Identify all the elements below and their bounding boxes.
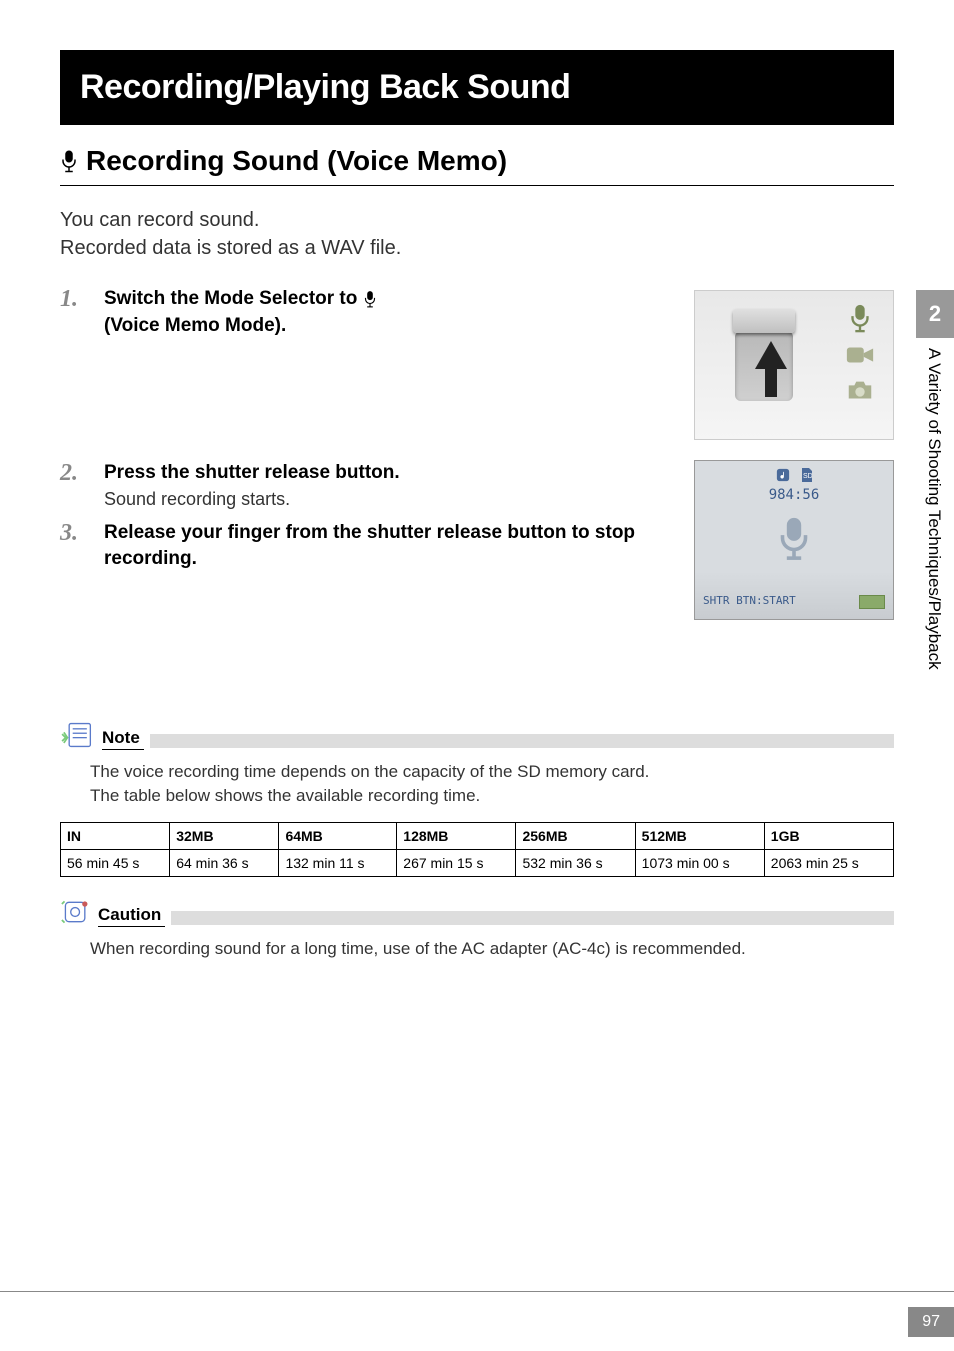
mic-icon: [363, 290, 377, 308]
chapter-number: 2: [916, 290, 954, 338]
note-text: The voice recording time depends on the …: [90, 760, 894, 808]
table-header: 32MB: [170, 822, 279, 849]
table-cell: 1073 min 00 s: [635, 849, 764, 876]
section-heading: Recording Sound (Voice Memo): [86, 145, 507, 177]
chapter-title: A Variety of Shooting Techniques/Playbac…: [916, 338, 944, 858]
caution-icon: [60, 897, 92, 927]
lcd-screenshot: SD 984:56 SHTR BTN:START: [694, 460, 894, 620]
table-cell: 56 min 45 s: [61, 849, 170, 876]
mic-icon: [845, 303, 875, 333]
note-bar: [150, 734, 894, 748]
intro-line-2: Recorded data is stored as a WAV file.: [60, 234, 894, 262]
footer: 97: [0, 1291, 954, 1351]
table-row: 56 min 45 s 64 min 36 s 132 min 11 s 267…: [61, 849, 894, 876]
video-icon: [845, 343, 875, 367]
table-header: 64MB: [279, 822, 397, 849]
intro-text: You can record sound. Recorded data is s…: [60, 206, 894, 262]
caution-bar: [171, 911, 894, 925]
subtitle-row: Recording Sound (Voice Memo): [60, 137, 894, 186]
step-title: Switch the Mode Selector to (Voice Memo …: [104, 286, 674, 339]
table-header: 512MB: [635, 822, 764, 849]
step-1: 1. Switch the Mode Selector to (Voice Me…: [60, 286, 674, 339]
battery-icon: [859, 595, 885, 609]
table-cell: 532 min 36 s: [516, 849, 635, 876]
svg-text:SD: SD: [803, 473, 812, 480]
table-header-row: IN 32MB 64MB 128MB 256MB 512MB 1GB: [61, 822, 894, 849]
camera-icon: [845, 377, 875, 403]
table-header: 128MB: [397, 822, 516, 849]
table-header: IN: [61, 822, 170, 849]
intro-line-1: You can record sound.: [60, 206, 894, 234]
recording-time-table: IN 32MB 64MB 128MB 256MB 512MB 1GB 56 mi…: [60, 822, 894, 877]
table-header: 1GB: [764, 822, 893, 849]
sd-card-icon: SD: [800, 468, 812, 482]
mic-icon: [776, 515, 812, 561]
table-cell: 132 min 11 s: [279, 849, 397, 876]
table-header: 256MB: [516, 822, 635, 849]
note-label: Note: [102, 728, 144, 750]
music-note-icon: [776, 468, 790, 482]
table-cell: 2063 min 25 s: [764, 849, 893, 876]
side-tab: 2 A Variety of Shooting Techniques/Playb…: [916, 290, 954, 858]
mic-icon: [60, 149, 78, 173]
caution-label: Caution: [98, 905, 165, 927]
note-icon: [60, 720, 96, 750]
caution-header: Caution: [60, 897, 894, 927]
step-title: Press the shutter release button.: [104, 460, 674, 487]
step-number: 1.: [60, 286, 90, 339]
step-2: 2. Press the shutter release button. Sou…: [60, 460, 674, 510]
step-title: Release your finger from the shutter rel…: [104, 520, 674, 573]
page-title: Recording/Playing Back Sound: [80, 68, 874, 107]
table-cell: 267 min 15 s: [397, 849, 516, 876]
page-number: 97: [908, 1307, 954, 1337]
lcd-time: 984:56: [695, 487, 893, 503]
step-number: 3.: [60, 520, 90, 573]
caution-text: When recording sound for a long time, us…: [90, 937, 894, 961]
lcd-status-text: SHTR BTN:START: [703, 594, 796, 607]
step-3: 3. Release your finger from the shutter …: [60, 520, 674, 573]
mode-selector-illustration: [694, 290, 894, 440]
step-number: 2.: [60, 460, 90, 510]
step-subtext: Sound recording starts.: [104, 489, 674, 510]
table-cell: 64 min 36 s: [170, 849, 279, 876]
title-bar: Recording/Playing Back Sound: [60, 50, 894, 125]
note-header: Note: [60, 720, 894, 750]
